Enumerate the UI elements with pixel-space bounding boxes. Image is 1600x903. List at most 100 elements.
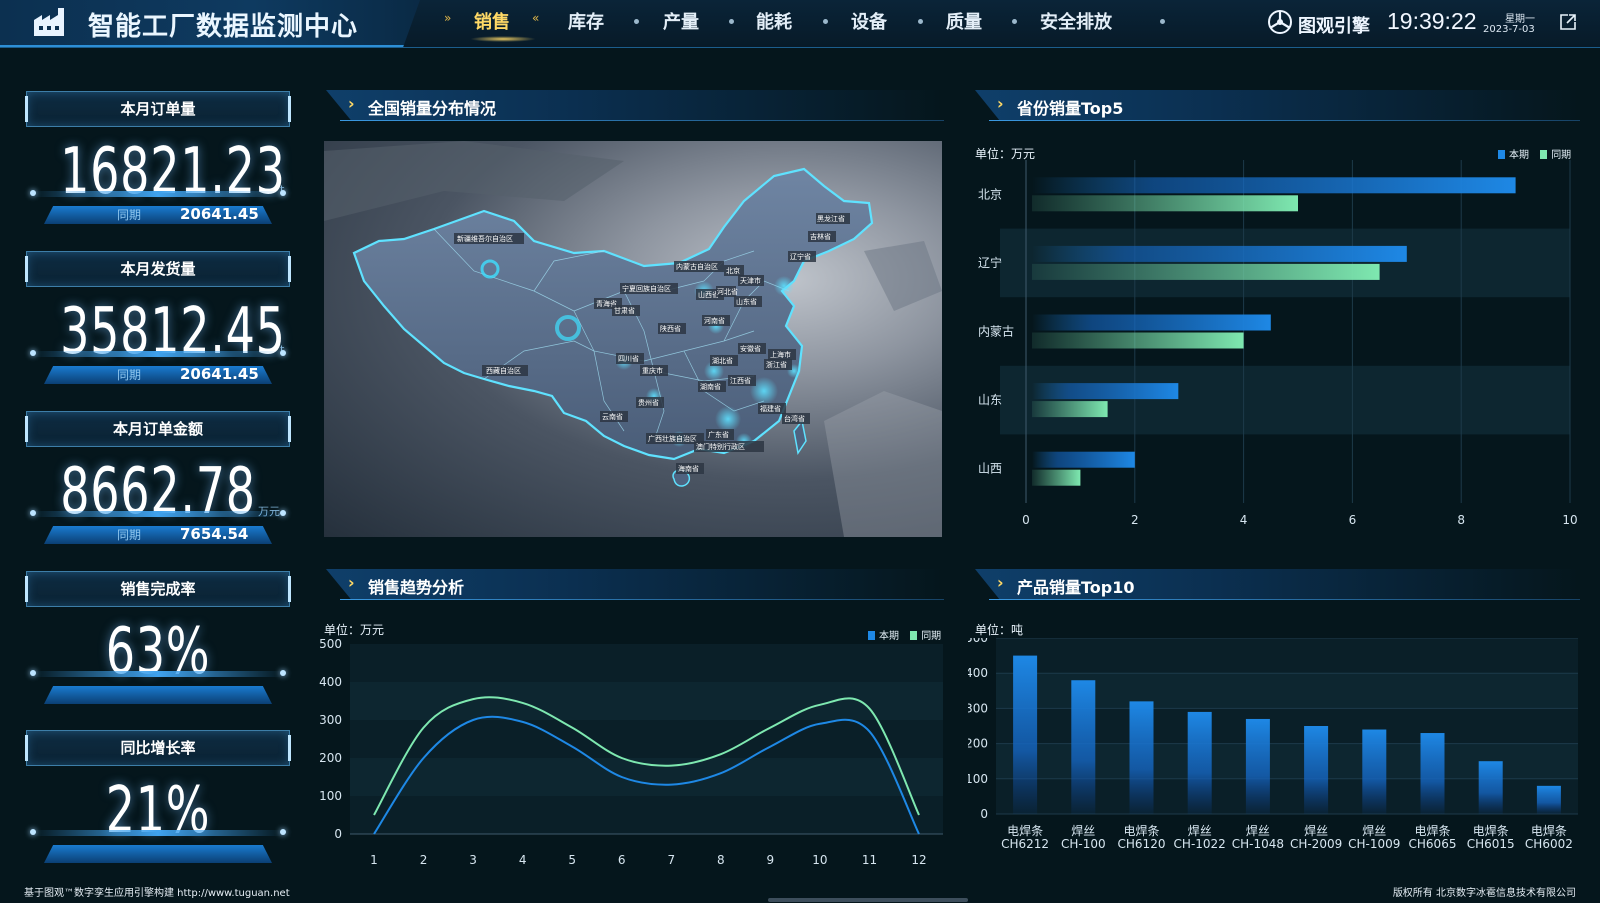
province-chart-legend: 本期 同期 (1498, 146, 1571, 161)
trend-y-tick-label: 400 (319, 675, 342, 689)
kpi-glow-dot (280, 670, 286, 676)
province-category-label: 内蒙古 (978, 324, 1014, 339)
trend-x-tick-label: 11 (862, 853, 877, 867)
kpi-card-order-quantity: 本月订单量 16821.23 t 同期 20641.45 (22, 91, 294, 241)
nav-tab-safety-emission[interactable]: 安全排放 (1040, 8, 1112, 34)
footer-credit: 基于图观™数字孪生应用引擎构建 http://www.tuguan.net (24, 888, 290, 899)
product-y-tick-label: 0 (980, 807, 988, 821)
product-bar (1071, 680, 1096, 814)
province-category-label: 辽宁 (978, 255, 1002, 270)
product-category-label-line1: 焊丝 (1188, 823, 1212, 838)
nav-tab-quality[interactable]: 质量 (946, 8, 982, 34)
map-label-zhejiang: 浙江省 (766, 360, 787, 369)
panel-header-product-top10: › 产品销量Top10 (975, 569, 1580, 603)
external-link-icon[interactable] (1559, 13, 1577, 31)
map-label-yunnan: 云南省 (602, 412, 623, 421)
province-bar-current (1032, 177, 1516, 194)
map-label-chongqing: 重庆市 (642, 366, 663, 375)
trend-chart-unit: 单位：万元 (324, 623, 385, 637)
app-title: 智能工厂数据监测中心 (88, 12, 359, 42)
product-bar (1478, 761, 1503, 814)
product-category-label-line1: 电焊条 (1473, 823, 1509, 838)
product-y-tick-label: 500 (968, 638, 988, 645)
clock-weekday: 星期一 (1505, 14, 1535, 25)
map-label-jiangxi: 江西省 (730, 376, 751, 385)
nav-active-indicator (470, 36, 536, 42)
kpi-glow-dot (280, 829, 286, 835)
trend-y-tick-label: 0 (334, 827, 342, 841)
map-label-tibet: 西藏自治区 (486, 366, 521, 375)
nav-tab-sales[interactable]: 销售 (474, 8, 510, 34)
kpi-compare-value: 7654.54 (180, 525, 249, 543)
product-category-label-line2: CH6002 (1525, 837, 1573, 851)
province-bar-current (1032, 451, 1135, 468)
province-bar-current (1032, 245, 1407, 262)
kpi-title: 销售完成率 (25, 571, 291, 607)
nav-tab-energy[interactable]: 能耗 (756, 8, 792, 34)
nav-tab-equipment[interactable]: 设备 (851, 8, 887, 34)
province-bar-current (1032, 314, 1271, 331)
chevron-right-icon: › (997, 573, 1004, 592)
map-label-fujian: 福建省 (760, 404, 781, 413)
product-category-label-line2: CH-2009 (1290, 837, 1342, 851)
kpi-card-sales-completion-rate: 销售完成率 63% (22, 571, 294, 721)
legend-swatch-current (1498, 150, 1505, 159)
product-category-label-line2: CH-1009 (1348, 837, 1400, 851)
map-label-heilongjiang: 黑龙江省 (817, 214, 845, 223)
nav-tab-production[interactable]: 产量 (663, 8, 699, 34)
kpi-glow-dot (30, 190, 36, 196)
map-label-sichuan: 四川省 (618, 354, 639, 363)
product-bar (1362, 729, 1387, 814)
kpi-compare-value: 20641.45 (180, 365, 259, 383)
footer-copyright: 版权所有 北京数字冰雹信息技术有限公司 (1392, 888, 1576, 899)
trend-x-tick-label: 5 (568, 853, 576, 867)
map-label-liaoning: 辽宁省 (790, 252, 811, 261)
province-bar-previous (1032, 195, 1298, 212)
brand-area: 智能工厂数据监测中心 (0, 0, 420, 47)
kpi-title: 本月订单量 (25, 91, 291, 127)
product-category-label-line1: 焊丝 (1304, 823, 1328, 838)
province-x-tick-label: 10 (1562, 513, 1577, 527)
map-label-anhui: 安徽省 (740, 344, 761, 353)
kpi-glow-dot (30, 829, 36, 835)
kpi-glow-dot (30, 670, 36, 676)
kpi-glow-dot (30, 350, 36, 356)
horizontal-scrollbar[interactable] (768, 898, 968, 902)
kpi-card-shipment-quantity: 本月发货量 35812.45 t 同期 20641.45 (22, 251, 294, 401)
trend-x-tick-label: 8 (717, 853, 725, 867)
province-category-label: 山西 (978, 462, 1002, 476)
main-nav: » 销售 « 库存 产量 能耗 设备 质量 安全排放 (440, 0, 1200, 44)
nav-tab-inventory[interactable]: 库存 (568, 8, 604, 34)
trend-x-tick-label: 1 (370, 853, 378, 867)
map-label-shaanxi: 陕西省 (660, 324, 681, 333)
province-top5-chart[interactable]: 0 2 4 6 8 10 北京辽宁内蒙古山东山西 (968, 160, 1580, 545)
product-top10-chart[interactable]: 0100200300400500电焊条CH6212焊丝CH-100电焊条CH61… (968, 638, 1580, 878)
panel-header-map: › 全国销量分布情况 (326, 90, 944, 124)
map-label-xinjiang: 新疆维吾尔自治区 (457, 234, 513, 243)
province-x-tick-label: 4 (1240, 513, 1248, 527)
product-category-label-line1: 焊丝 (1071, 823, 1095, 838)
china-sales-map[interactable]: 新疆维吾尔自治区 西藏自治区 青海省 甘肃省 宁夏回族自治区 内蒙古自治区 陕西… (324, 141, 942, 537)
map-label-inner-mongolia: 内蒙古自治区 (676, 262, 718, 271)
kpi-title: 本月发货量 (25, 251, 291, 287)
product-category-label-line2: CH6015 (1467, 837, 1515, 851)
province-row-band (1000, 365, 1570, 435)
nav-separator-dot (729, 19, 734, 24)
nav-separator-dot (823, 19, 828, 24)
nav-separator-dot (634, 19, 639, 24)
product-bar (1013, 655, 1038, 814)
province-category-label: 北京 (978, 187, 1002, 201)
province-x-tick-label: 6 (1349, 513, 1357, 527)
chevron-right-icon: › (348, 573, 355, 592)
sales-trend-chart[interactable]: 01002003004005001 2 3 4 5 6 7 8 9 10 11 12 (316, 638, 946, 874)
product-y-tick-label: 100 (968, 772, 988, 786)
panel-title: 产品销量Top10 (1017, 578, 1135, 597)
kpi-card-order-amount: 本月订单金额 8662.78 万元 同期 7654.54 (22, 411, 294, 561)
map-label-hebei: 河北省 (717, 287, 738, 296)
panel-header-sales-trend: › 销售趋势分析 (326, 569, 944, 603)
panel-header-province-top5: › 省份销量Top5 (975, 90, 1580, 124)
map-label-shandong: 山东省 (736, 297, 757, 306)
top-bar: 智能工厂数据监测中心 » 销售 « 库存 产量 能耗 设备 质量 安全排放 图观… (0, 0, 1600, 48)
trend-grid-band (350, 796, 943, 834)
map-label-jilin: 吉林省 (810, 232, 831, 241)
